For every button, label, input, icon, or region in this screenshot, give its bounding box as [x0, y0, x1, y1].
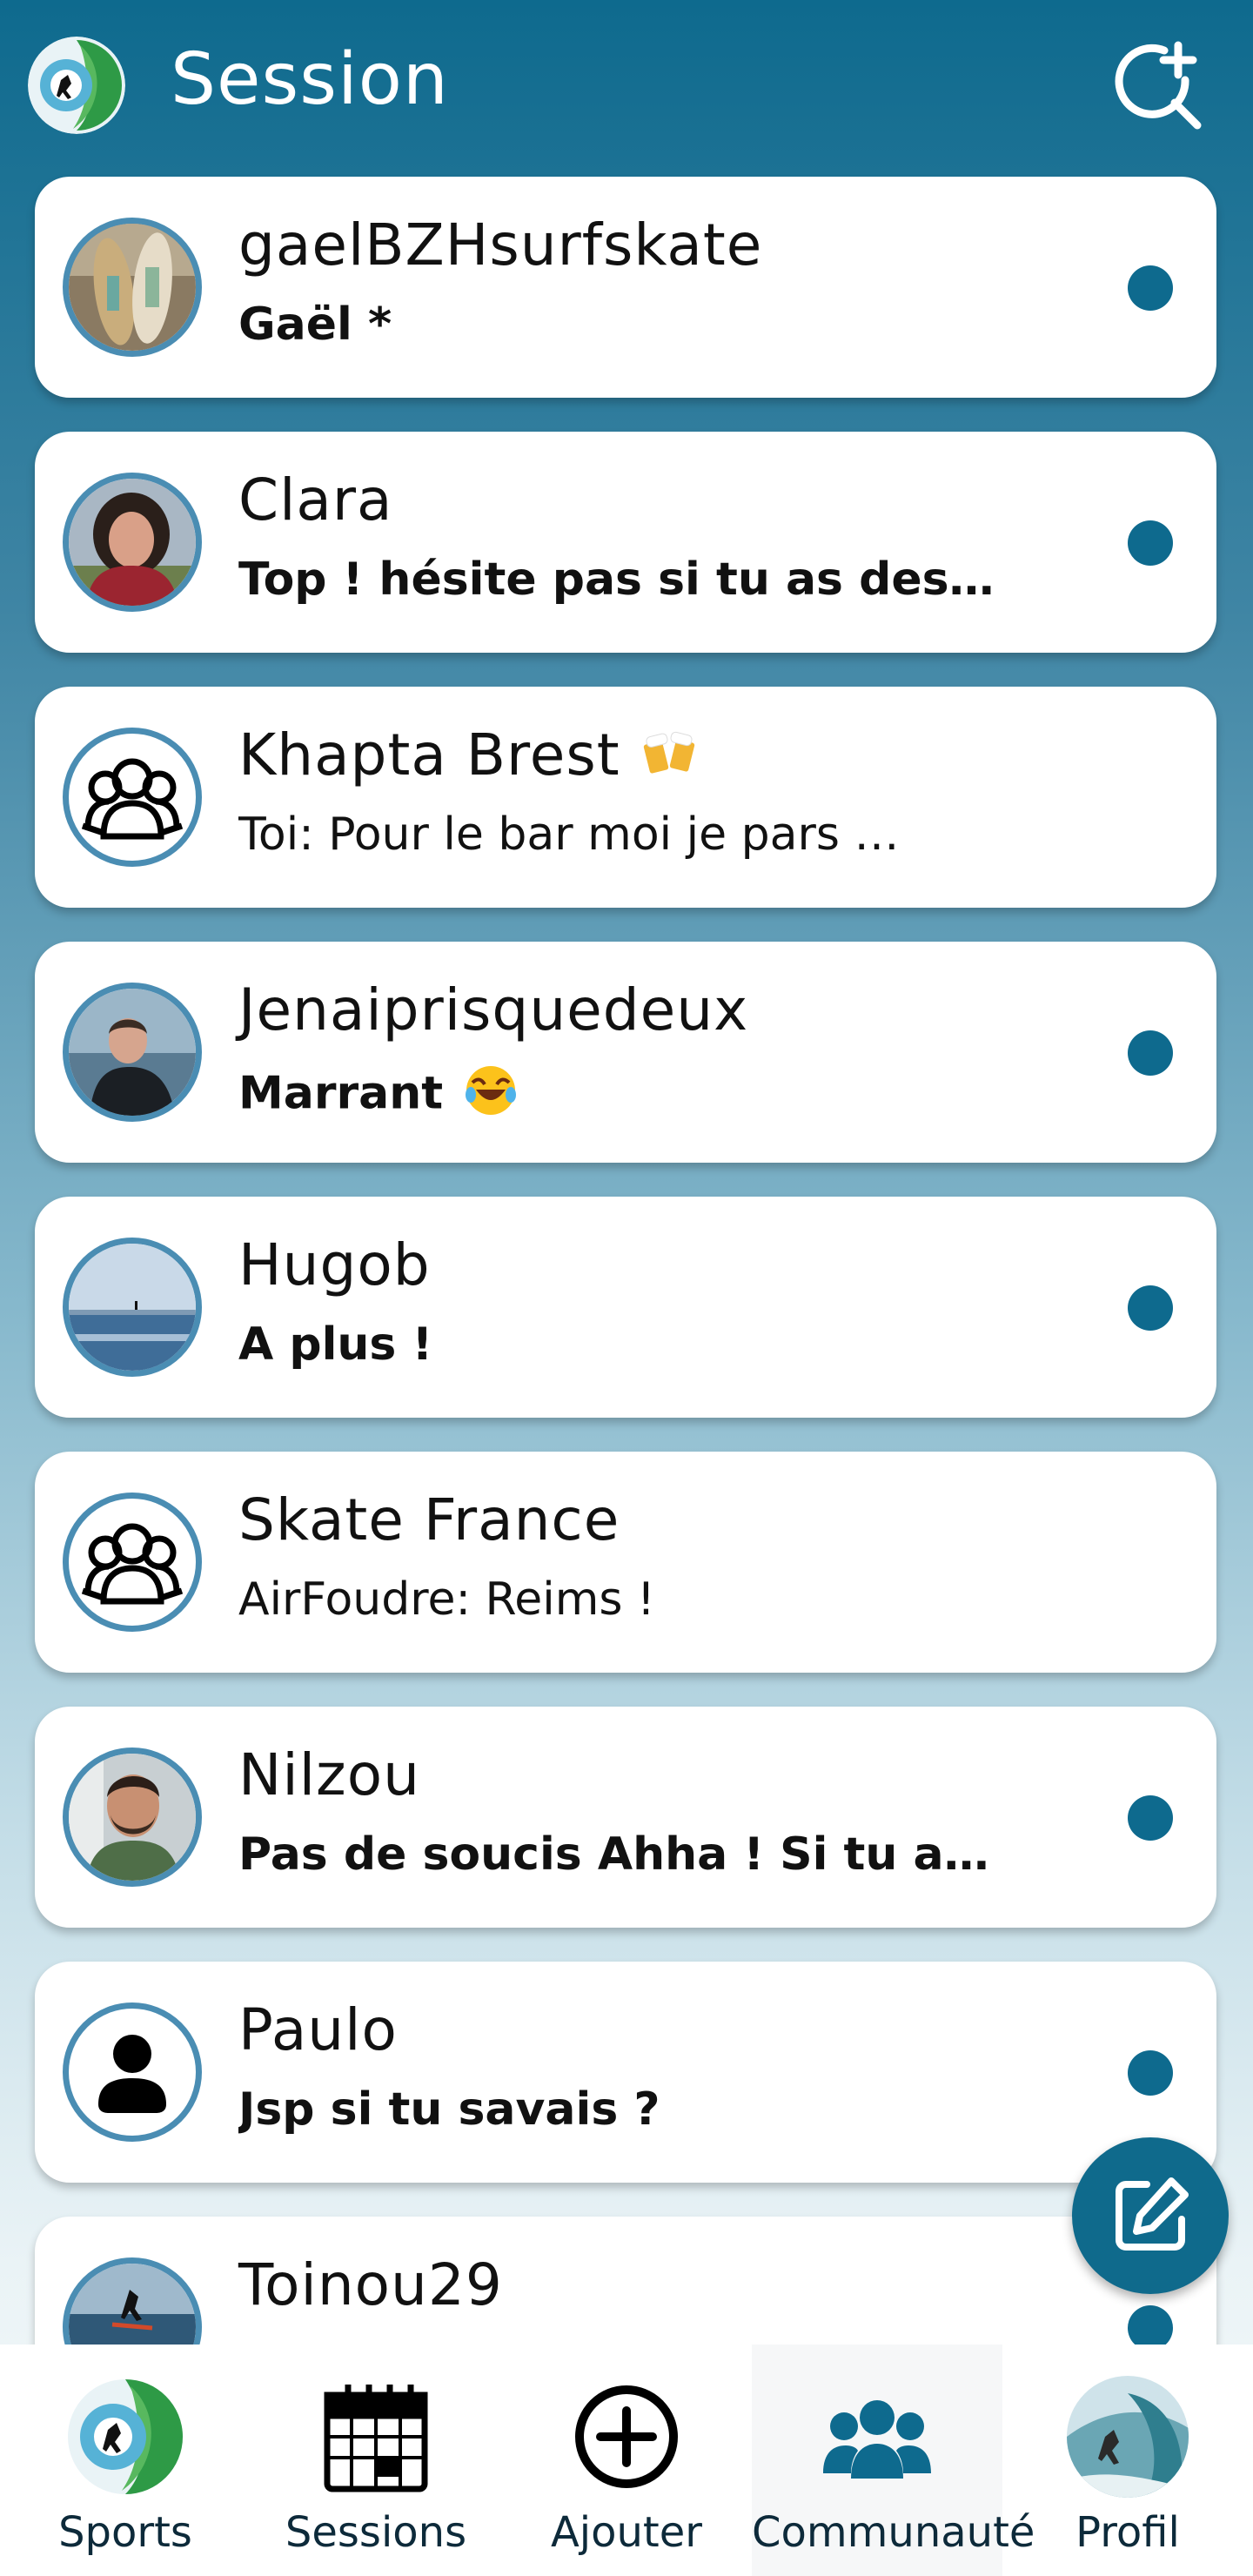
conversation-item[interactable]: Jenaiprisquedeux Marrant: [35, 942, 1216, 1163]
conversation-name: Jenaiprisquedeux: [238, 976, 749, 1043]
avatar: [63, 728, 202, 867]
app-logo[interactable]: [28, 37, 125, 134]
unread-indicator: [1128, 1795, 1173, 1841]
conversation-item[interactable]: Hugob A plus !: [35, 1197, 1216, 1418]
app-header: Session: [0, 0, 1253, 174]
conversation-name: Hugob: [238, 1231, 431, 1298]
conversation-preview: Top ! hésite pas si tu as des…: [238, 553, 995, 606]
nav-communaute[interactable]: Communauté: [752, 2345, 1035, 2576]
conversation-name: Toinou29: [238, 2251, 503, 2318]
nav-ajouter[interactable]: Ajouter: [501, 2345, 752, 2576]
bottom-navigation: Sports Sessions Ajouter Communauté Profi…: [0, 2345, 1253, 2576]
nav-communaute-label: Communauté: [752, 2508, 1035, 2557]
sports-logo-icon: [64, 2376, 186, 2498]
laughing-emoji: [464, 1063, 518, 1129]
conversation-preview: Toi: Pour le bar moi je pars …: [238, 808, 900, 861]
calendar-icon: [315, 2376, 437, 2498]
nav-sports[interactable]: Sports: [0, 2345, 251, 2576]
conversation-item[interactable]: Toinou29: [35, 2217, 1216, 2345]
unread-indicator: [1128, 1030, 1173, 1076]
nav-sports-label: Sports: [58, 2508, 192, 2557]
avatar: [63, 1493, 202, 1632]
conversation-preview: Marrant: [238, 1063, 1022, 1129]
nav-ajouter-label: Ajouter: [550, 2508, 703, 2557]
conversation-name: Khapta Brest: [238, 721, 702, 793]
unread-indicator: [1128, 2050, 1173, 2096]
add-circle-icon: [566, 2376, 687, 2498]
conversation-preview: AirFoudre: Reims !: [238, 1573, 655, 1626]
conversation-item[interactable]: Khapta Brest Toi: Pour le bar moi je par…: [35, 687, 1216, 908]
nav-profil[interactable]: Profil: [1002, 2345, 1253, 2576]
conversation-item[interactable]: Skate France AirFoudre: Reims !: [35, 1452, 1216, 1673]
avatar: [63, 1748, 202, 1887]
conversation-name: Paulo: [238, 1996, 398, 2063]
conversation-name: Nilzou: [238, 1741, 420, 1808]
conversation-item[interactable]: Paulo Jsp si tu savais ?: [35, 1962, 1216, 2183]
conversation-preview: Gaël *: [238, 299, 392, 351]
conversation-name: Skate France: [238, 1486, 620, 1553]
conversation-preview: A plus !: [238, 1318, 433, 1371]
unread-indicator: [1128, 265, 1173, 311]
unread-indicator: [1128, 520, 1173, 566]
unread-indicator: [1128, 2305, 1173, 2345]
conversation-list[interactable]: gaelBZHsurfskate Gaël * Clara Top ! hési…: [0, 174, 1253, 2345]
nav-sessions-label: Sessions: [285, 2508, 467, 2557]
search-add-icon[interactable]: [1110, 38, 1206, 134]
conversation-item[interactable]: Clara Top ! hésite pas si tu as des…: [35, 432, 1216, 653]
unread-indicator: [1128, 1285, 1173, 1331]
conversation-name: Clara: [238, 466, 393, 533]
profile-avatar: [1067, 2376, 1189, 2498]
edit-icon: [1116, 2177, 1189, 2251]
community-icon: [816, 2376, 938, 2498]
nav-sessions[interactable]: Sessions: [251, 2345, 501, 2576]
conversation-item[interactable]: Nilzou Pas de soucis Ahha ! Si tu a…: [35, 1707, 1216, 1928]
new-message-button[interactable]: [1072, 2137, 1229, 2294]
avatar: [63, 1238, 202, 1377]
beer-mugs-emoji: [641, 725, 702, 793]
conversation-preview: Jsp si tu savais ?: [238, 2083, 660, 2136]
avatar: [63, 2002, 202, 2142]
conversation-name: gaelBZHsurfskate: [238, 211, 763, 278]
avatar: [63, 218, 202, 357]
conversation-item[interactable]: gaelBZHsurfskate Gaël *: [35, 177, 1216, 398]
avatar: [63, 473, 202, 612]
conversation-preview: Pas de soucis Ahha ! Si tu a…: [238, 1828, 989, 1881]
page-title: Session: [171, 38, 449, 121]
avatar: [63, 2257, 202, 2345]
nav-profil-label: Profil: [1075, 2508, 1180, 2557]
avatar: [63, 983, 202, 1122]
